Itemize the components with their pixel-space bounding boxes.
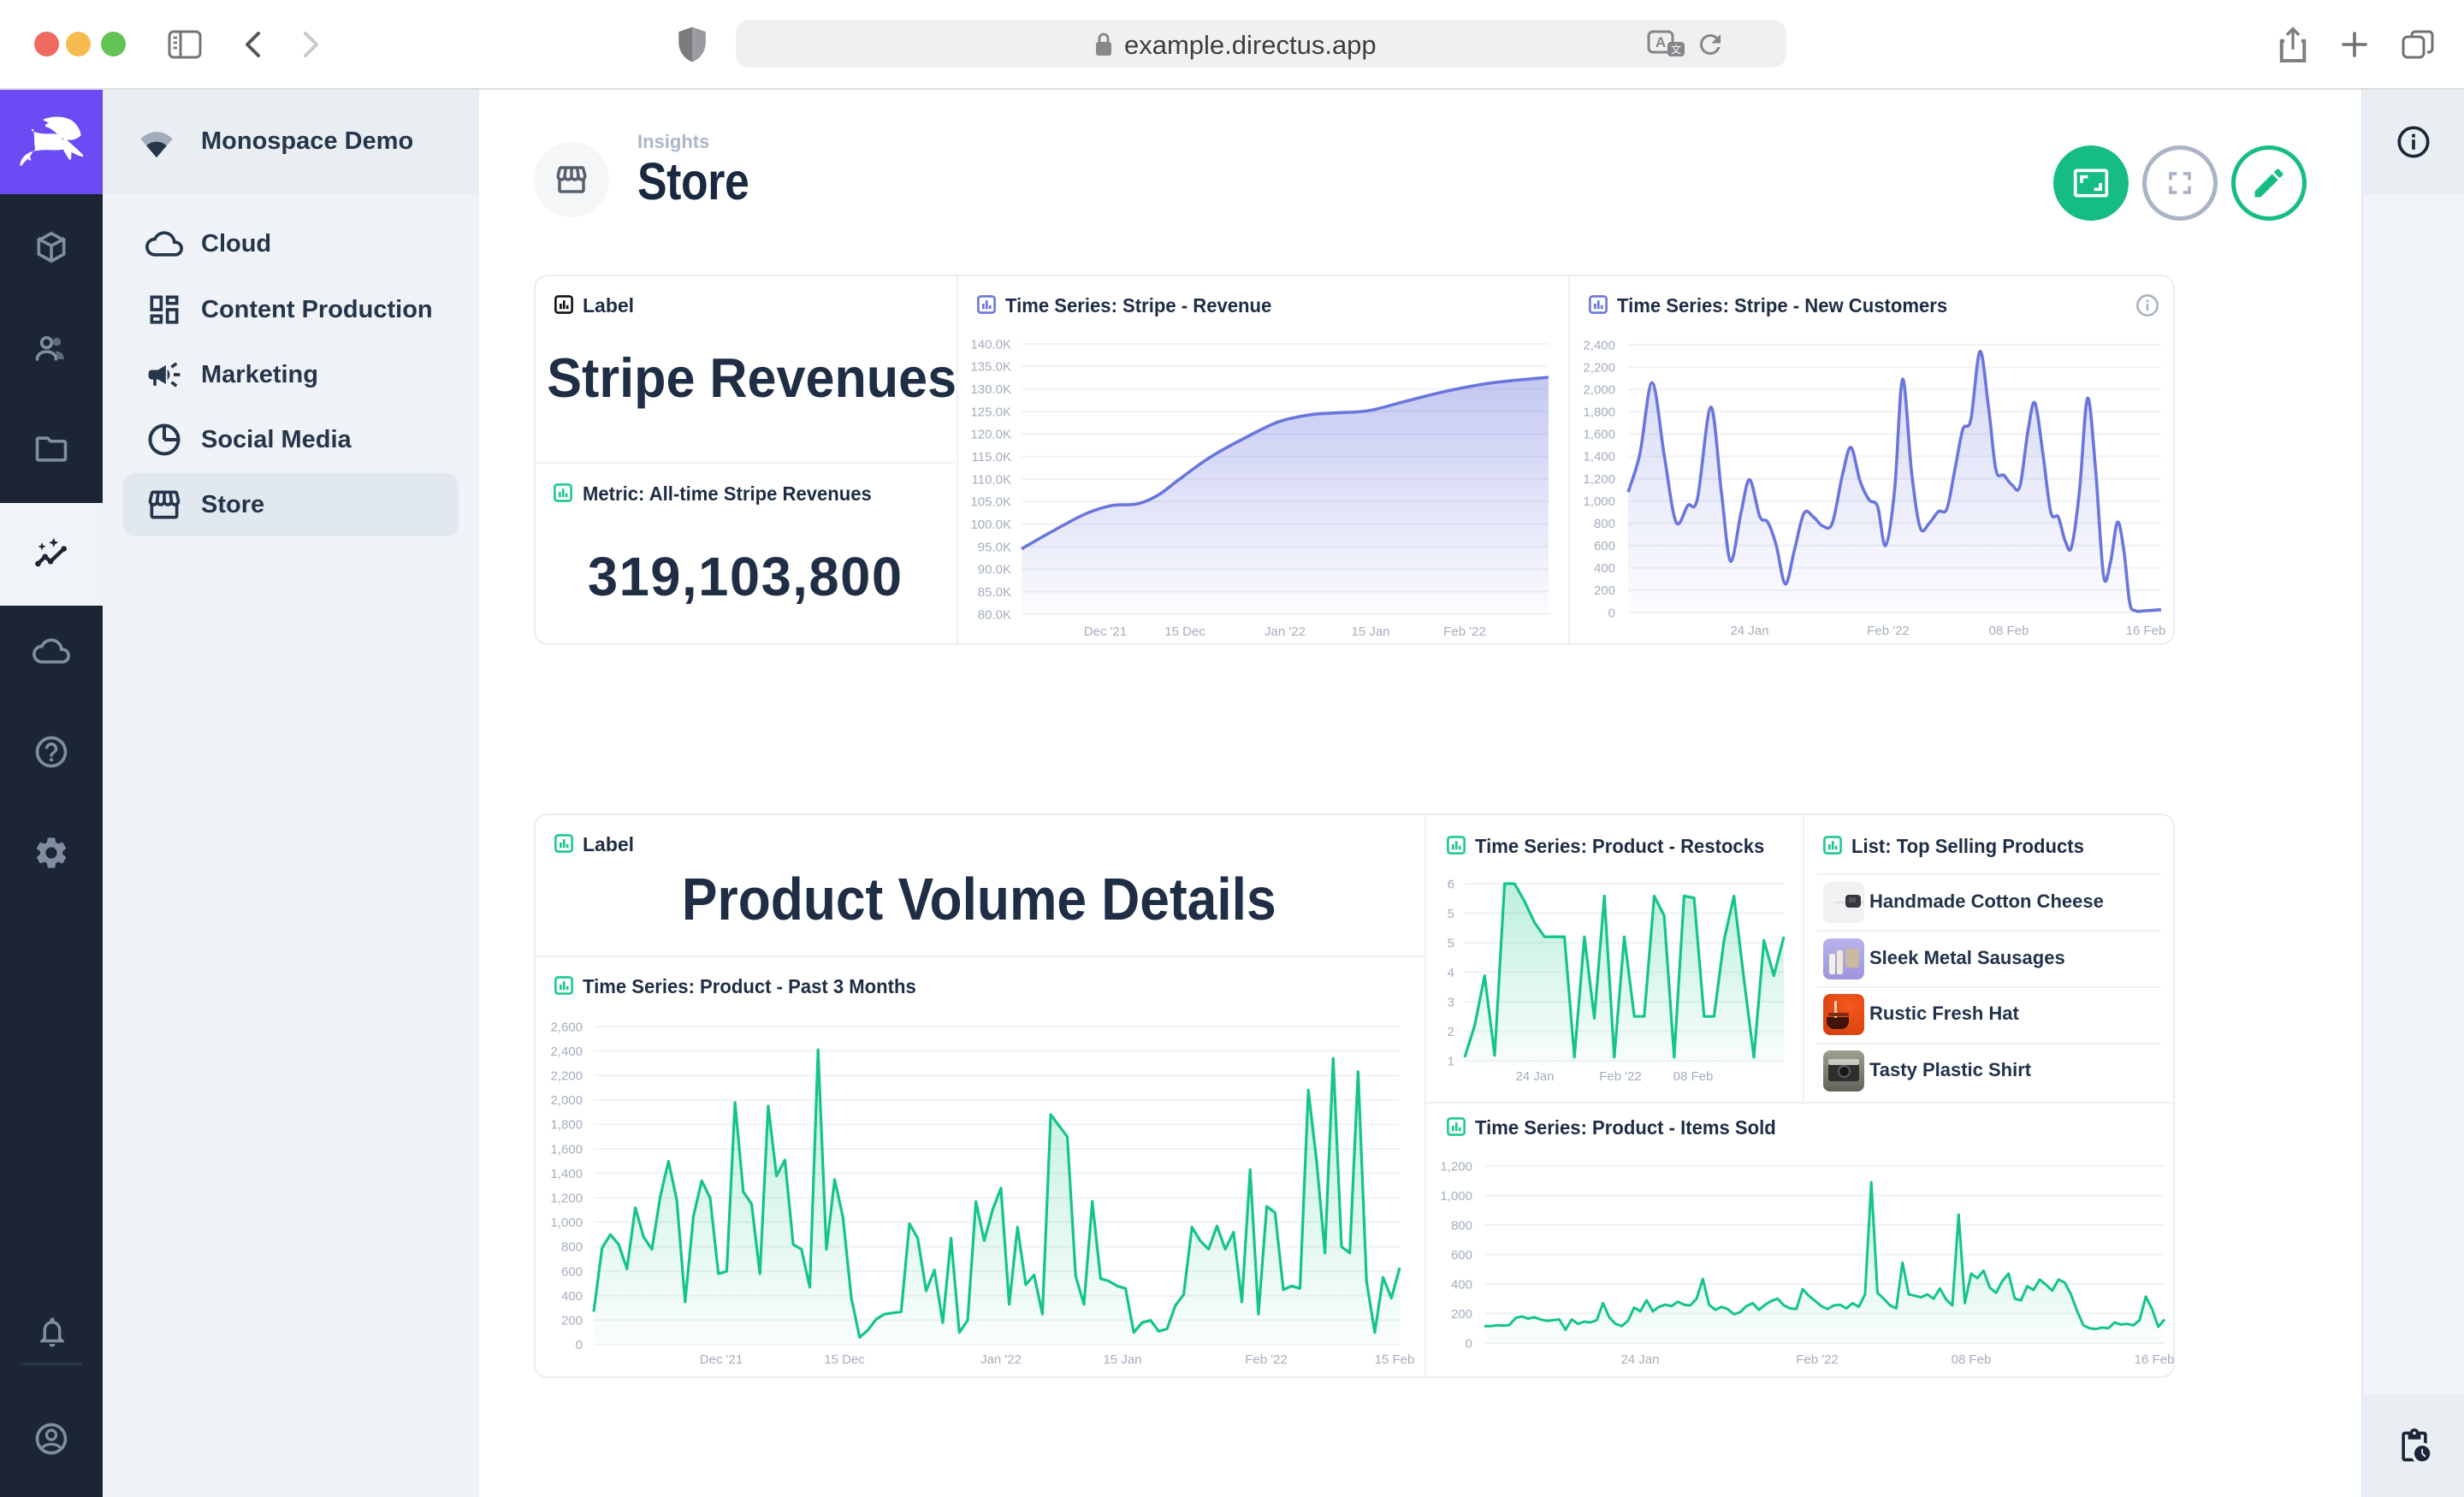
svg-text:1,000: 1,000 — [550, 1216, 583, 1230]
svg-text:400: 400 — [1594, 561, 1615, 576]
svg-text:Feb '22: Feb '22 — [1599, 1069, 1642, 1084]
svg-text:95.0K: 95.0K — [978, 540, 1011, 554]
svg-text:3: 3 — [1448, 995, 1454, 1009]
svg-text:1,200: 1,200 — [1583, 472, 1615, 487]
svg-text:2,600: 2,600 — [550, 1020, 583, 1034]
svg-text:5: 5 — [1448, 907, 1454, 921]
svg-text:6: 6 — [1448, 877, 1454, 891]
svg-text:0: 0 — [576, 1338, 583, 1352]
svg-text:1,000: 1,000 — [1583, 494, 1615, 509]
svg-text:24 Jan: 24 Jan — [1620, 1352, 1659, 1367]
svg-text:1,200: 1,200 — [550, 1192, 583, 1206]
svg-text:4: 4 — [1448, 966, 1454, 980]
svg-text:200: 200 — [561, 1314, 583, 1328]
svg-text:80.0K: 80.0K — [978, 607, 1011, 622]
svg-text:800: 800 — [1451, 1218, 1472, 1233]
svg-text:15 Jan: 15 Jan — [1103, 1352, 1141, 1367]
svg-text:200: 200 — [1594, 583, 1615, 598]
svg-text:16 Feb: 16 Feb — [2126, 624, 2166, 638]
svg-text:1,600: 1,600 — [550, 1142, 583, 1157]
svg-text:600: 600 — [1451, 1248, 1472, 1263]
svg-text:2: 2 — [1448, 1025, 1454, 1039]
svg-text:110.0K: 110.0K — [972, 472, 1011, 487]
svg-text:135.0K: 135.0K — [970, 360, 1011, 375]
svg-text:0: 0 — [1466, 1336, 1472, 1351]
svg-text:2,400: 2,400 — [550, 1044, 583, 1059]
svg-text:2,000: 2,000 — [550, 1093, 583, 1108]
svg-text:Feb '22: Feb '22 — [1796, 1352, 1839, 1367]
svg-text:5: 5 — [1448, 936, 1454, 950]
svg-text:115.0K: 115.0K — [972, 450, 1011, 464]
svg-text:24 Jan: 24 Jan — [1515, 1069, 1554, 1084]
svg-text:200: 200 — [1451, 1307, 1472, 1322]
svg-text:1,400: 1,400 — [1583, 450, 1615, 464]
svg-text:2,400: 2,400 — [1583, 338, 1615, 352]
svg-text:15 Dec: 15 Dec — [1164, 624, 1205, 639]
svg-text:100.0K: 100.0K — [970, 518, 1011, 532]
svg-text:1,400: 1,400 — [550, 1167, 583, 1181]
svg-text:Dec '21: Dec '21 — [1084, 624, 1127, 639]
svg-text:08 Feb: 08 Feb — [1673, 1069, 1714, 1084]
svg-text:08 Feb: 08 Feb — [1952, 1352, 1992, 1367]
svg-text:0: 0 — [1608, 606, 1615, 620]
svg-text:2,000: 2,000 — [1583, 383, 1615, 398]
svg-text:15 Feb: 15 Feb — [1375, 1352, 1415, 1367]
svg-text:125.0K: 125.0K — [970, 405, 1011, 419]
svg-text:400: 400 — [1451, 1277, 1472, 1292]
svg-text:Feb '22: Feb '22 — [1443, 624, 1486, 639]
svg-text:1,000: 1,000 — [1440, 1189, 1472, 1204]
svg-text:1: 1 — [1448, 1054, 1454, 1068]
svg-text:130.0K: 130.0K — [970, 382, 1011, 397]
svg-text:800: 800 — [561, 1240, 583, 1255]
svg-text:90.0K: 90.0K — [978, 563, 1011, 577]
svg-text:2,200: 2,200 — [1583, 360, 1615, 375]
svg-text:400: 400 — [561, 1289, 583, 1304]
svg-text:1,800: 1,800 — [550, 1118, 583, 1133]
svg-text:105.0K: 105.0K — [970, 495, 1011, 510]
svg-text:Jan '22: Jan '22 — [1265, 624, 1306, 639]
svg-text:120.0K: 120.0K — [970, 428, 1011, 442]
svg-text:600: 600 — [561, 1264, 583, 1279]
svg-text:15 Dec: 15 Dec — [824, 1352, 865, 1367]
svg-text:600: 600 — [1594, 539, 1615, 553]
svg-text:Jan '22: Jan '22 — [980, 1352, 1022, 1367]
svg-text:1,200: 1,200 — [1440, 1159, 1472, 1174]
svg-text:1,800: 1,800 — [1583, 405, 1615, 420]
svg-text:800: 800 — [1594, 517, 1615, 531]
svg-text:08 Feb: 08 Feb — [1989, 624, 2029, 638]
svg-text:A: A — [1656, 34, 1666, 50]
svg-text:140.0K: 140.0K — [970, 337, 1011, 352]
svg-text:2,200: 2,200 — [550, 1069, 583, 1084]
svg-text:15 Jan: 15 Jan — [1351, 624, 1389, 639]
svg-text:85.0K: 85.0K — [978, 585, 1011, 600]
svg-text:1,600: 1,600 — [1583, 428, 1615, 442]
svg-text:Feb '22: Feb '22 — [1245, 1352, 1288, 1367]
svg-text:24 Jan: 24 Jan — [1730, 624, 1768, 638]
svg-text:16 Feb: 16 Feb — [2135, 1352, 2175, 1367]
svg-text:文: 文 — [1671, 43, 1681, 56]
svg-text:Dec '21: Dec '21 — [700, 1352, 743, 1367]
svg-text:Feb '22: Feb '22 — [1867, 624, 1910, 638]
